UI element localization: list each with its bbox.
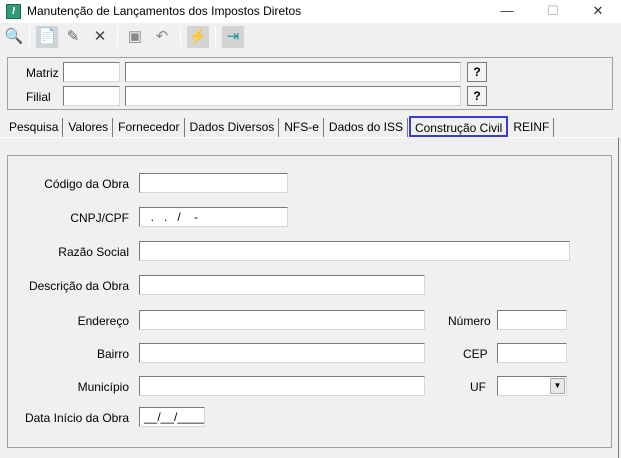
edit-icon[interactable]: ✎: [62, 26, 84, 48]
municipio-label: Município: [77, 380, 129, 394]
filial-name-input[interactable]: [125, 86, 461, 106]
descricao-obra-label: Descrição da Obra: [28, 279, 129, 293]
tab-dados-diversos[interactable]: Dados Diversos: [186, 118, 280, 137]
toolbar: 🔍 📄 ✎ ✕ ▣ ↶ ⚡ ⇥: [0, 23, 621, 51]
close-button[interactable]: ✕: [575, 0, 621, 23]
tab-dados-do-iss[interactable]: Dados do ISS: [325, 118, 408, 137]
tab-construcao-civil[interactable]: Construção Civil: [408, 116, 509, 137]
cep-input[interactable]: [497, 343, 567, 363]
title-bar: I Manutenção de Lançamentos dos Impostos…: [0, 0, 621, 23]
separator: [180, 27, 181, 47]
bairro-label: Bairro: [96, 347, 129, 361]
descricao-obra-input[interactable]: [139, 275, 425, 295]
new-document-icon[interactable]: 📄: [36, 26, 58, 48]
window-title: Manutenção de Lançamentos dos Impostos D…: [27, 4, 302, 18]
data-inicio-input[interactable]: __/__/____: [139, 407, 205, 427]
tab-pesquisa[interactable]: Pesquisa: [5, 118, 64, 137]
undo-icon[interactable]: ↶: [151, 26, 173, 48]
matriz-help-button[interactable]: ?: [467, 62, 487, 82]
data-inicio-label: Data Início da Obra: [24, 411, 129, 425]
maximize-button[interactable]: ☐: [530, 0, 576, 23]
tab-fornecedor[interactable]: Fornecedor: [114, 118, 185, 137]
filter-icon[interactable]: ⚡: [187, 26, 209, 48]
uf-label: UF: [470, 380, 486, 394]
chevron-down-icon[interactable]: ▼: [550, 378, 565, 394]
tab-nfs-e[interactable]: NFS-e: [280, 118, 324, 137]
cnpj-cpf-input[interactable]: . . / -: [139, 207, 288, 227]
bairro-input[interactable]: [139, 343, 425, 363]
cep-label: CEP: [463, 347, 488, 361]
municipio-input[interactable]: [139, 376, 425, 396]
filial-code-input[interactable]: [63, 86, 120, 106]
separator: [215, 27, 216, 47]
razao-social-input[interactable]: [139, 241, 570, 261]
numero-label: Número: [448, 314, 491, 328]
save-icon[interactable]: ▣: [124, 26, 146, 48]
endereco-input[interactable]: [139, 310, 425, 330]
matriz-code-input[interactable]: [63, 62, 120, 82]
filial-help-button[interactable]: ?: [467, 86, 487, 106]
minimize-button[interactable]: —: [484, 0, 530, 23]
separator: [29, 27, 30, 47]
separator: [117, 27, 118, 47]
codigo-obra-label: Código da Obra: [44, 177, 129, 191]
numero-input[interactable]: [497, 310, 567, 330]
delete-icon[interactable]: ✕: [89, 26, 111, 48]
tab-reinf[interactable]: REINF: [509, 118, 555, 137]
exit-icon[interactable]: ⇥: [222, 26, 244, 48]
razao-social-label: Razão Social: [58, 245, 129, 259]
codigo-obra-input[interactable]: [139, 173, 288, 193]
cnpj-cpf-label: CNPJ/CPF: [70, 211, 129, 225]
tab-bar: Pesquisa Valores Fornecedor Dados Divers…: [5, 116, 555, 137]
tab-valores[interactable]: Valores: [64, 118, 114, 137]
endereco-label: Endereço: [77, 314, 129, 328]
construction-group: [7, 155, 612, 448]
matriz-name-input[interactable]: [125, 62, 461, 82]
app-icon: I: [6, 4, 21, 19]
binoculars-icon[interactable]: 🔍: [3, 26, 25, 48]
uf-select[interactable]: ▼: [497, 376, 567, 396]
matriz-label: Matriz: [26, 66, 59, 80]
filial-label: Filial: [26, 90, 51, 104]
